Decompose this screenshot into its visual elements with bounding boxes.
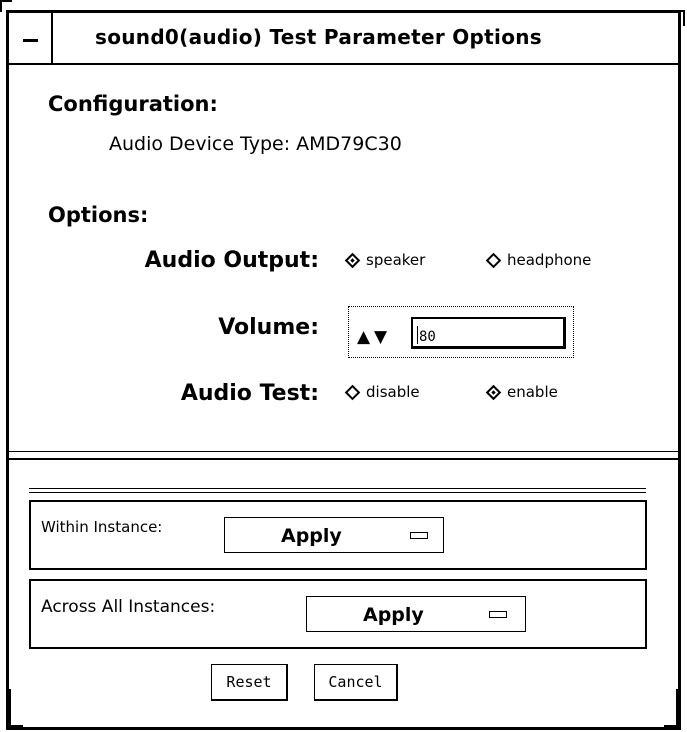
selected-diamond-icon: [485, 384, 502, 400]
options-heading: Options:: [48, 203, 149, 227]
volume-value: 80: [419, 329, 436, 345]
radio-enable-label: enable: [507, 383, 558, 401]
radio-speaker[interactable]: speaker: [343, 251, 425, 269]
apply-label: Apply: [363, 604, 424, 626]
window-menu-button[interactable]: [9, 13, 53, 63]
within-instance-group: Within Instance: Apply: [29, 500, 647, 570]
radio-headphone[interactable]: headphone: [484, 251, 591, 269]
menu-icon: [23, 39, 38, 42]
radio-speaker-label: speaker: [366, 251, 426, 269]
window-corner[interactable]: [664, 689, 678, 727]
radio-headphone-label: headphone: [507, 251, 592, 269]
cancel-button[interactable]: Cancel: [314, 664, 398, 701]
audio-device-type: Audio Device Type: AMD79C30: [109, 133, 402, 155]
across-instances-label: Across All Instances:: [41, 597, 216, 617]
radio-enable[interactable]: enable: [484, 383, 558, 401]
configuration-heading: Configuration:: [48, 92, 218, 116]
selected-diamond-icon: [344, 252, 361, 268]
text-cursor: [417, 326, 418, 344]
within-instance-apply-button[interactable]: Apply: [224, 517, 444, 553]
audio-test-label: Audio Test:: [180, 381, 319, 406]
window-corner[interactable]: [9, 689, 23, 727]
audio-output-label: Audio Output:: [144, 248, 319, 273]
volume-label: Volume:: [218, 315, 319, 340]
menu-indicator-icon: [410, 532, 428, 539]
increment-arrow-icon[interactable]: ▲: [357, 327, 370, 347]
menu-indicator-icon: [489, 611, 507, 618]
reset-button[interactable]: Reset: [211, 664, 288, 701]
volume-input[interactable]: 80: [411, 317, 566, 349]
across-instances-apply-button[interactable]: Apply: [306, 596, 526, 632]
radio-disable-label: disable: [366, 383, 420, 401]
decrement-arrow-icon[interactable]: ▼: [374, 327, 387, 347]
window-title: sound0(audio) Test Parameter Options: [95, 25, 542, 49]
radio-disable[interactable]: disable: [343, 383, 420, 401]
volume-control: ▲ ▼ 80: [348, 306, 574, 358]
unselected-diamond-icon: [485, 252, 502, 268]
apply-label: Apply: [281, 525, 342, 547]
title-bar[interactable]: sound0(audio) Test Parameter Options: [9, 13, 678, 65]
separator: [9, 451, 678, 460]
dialog-window: sound0(audio) Test Parameter Options Con…: [6, 10, 681, 730]
within-instance-label: Within Instance:: [41, 518, 163, 536]
across-instances-group: Across All Instances: Apply: [29, 579, 647, 649]
unselected-diamond-icon: [344, 384, 361, 400]
separator: [29, 488, 646, 493]
